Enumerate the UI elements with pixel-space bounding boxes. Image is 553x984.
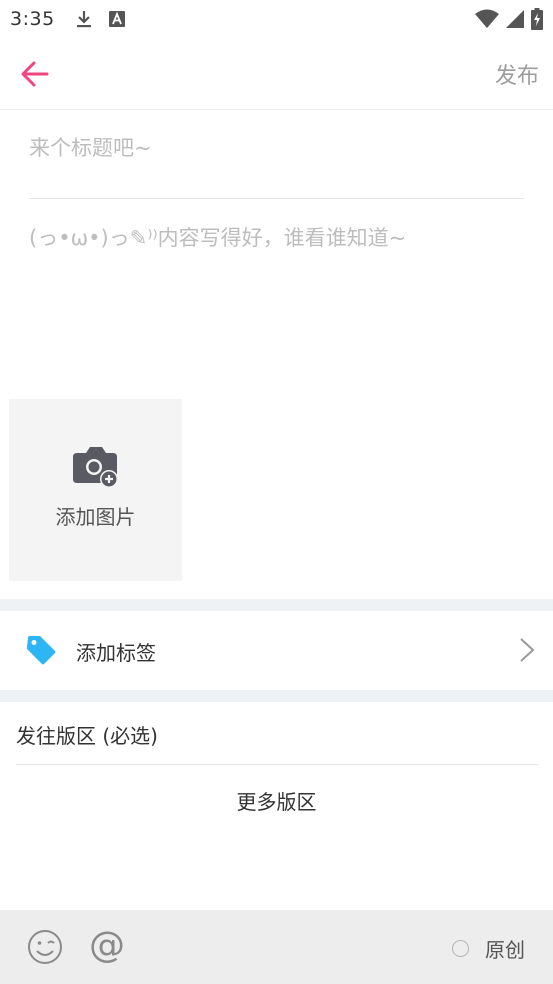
top-bar: 发布 xyxy=(0,38,553,110)
add-tag-row[interactable]: 添加标签 xyxy=(0,611,553,690)
bottom-toolbar: @ 原创 xyxy=(0,910,553,984)
content-input[interactable]: (っ•ω•)っ✎⁾⁾内容写得好，谁看谁知道~ xyxy=(29,222,529,262)
chevron-right-icon xyxy=(520,638,535,662)
camera-add-icon xyxy=(72,447,118,488)
add-image-button[interactable]: 添加图片 xyxy=(9,399,182,581)
status-time: 3:35 xyxy=(10,8,55,30)
section-separator xyxy=(0,599,553,611)
more-boards-button[interactable]: 更多版区 xyxy=(0,786,553,815)
mention-button[interactable]: @ xyxy=(89,922,125,970)
add-tag-label: 添加标签 xyxy=(76,641,156,665)
title-input[interactable]: 来个标题吧~ xyxy=(29,132,524,172)
download-icon xyxy=(76,11,91,28)
emoji-icon[interactable] xyxy=(27,929,63,965)
original-radio[interactable] xyxy=(452,940,469,957)
back-arrow-icon[interactable] xyxy=(20,60,50,88)
tag-icon xyxy=(27,636,56,665)
status-bar: 3:35 xyxy=(0,0,553,38)
board-divider xyxy=(16,764,538,765)
add-image-label: 添加图片 xyxy=(55,505,136,529)
section-separator xyxy=(0,690,553,702)
board-heading: 发往版区 (必选) xyxy=(16,724,158,748)
post-editor-screen: 3:35 发布 来个标题吧~ (っ•ω•)っ✎⁾⁾内容写得好，谁看谁知道~ 添加… xyxy=(0,0,553,984)
status-left-icons xyxy=(75,9,125,29)
signal-icon xyxy=(506,10,524,28)
original-label: 原创 xyxy=(485,938,525,962)
wifi-icon xyxy=(475,9,499,28)
publish-button[interactable]: 发布 xyxy=(495,58,539,90)
battery-charging-icon xyxy=(531,8,543,30)
font-a-icon xyxy=(108,11,125,27)
status-right-icons xyxy=(475,8,543,30)
original-toggle[interactable]: 原创 xyxy=(452,934,525,963)
title-divider xyxy=(29,198,524,199)
